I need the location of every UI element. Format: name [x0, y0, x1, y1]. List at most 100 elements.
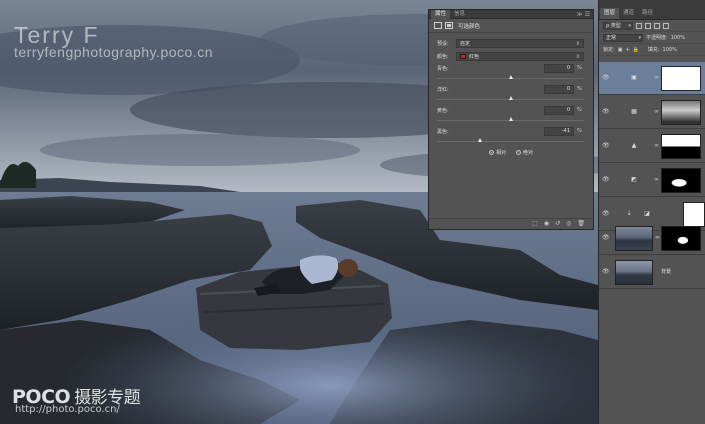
clip-arrow-icon: ↓ [626, 210, 632, 217]
layer-row-selective-color[interactable]: 👁 ▣ ∞ [599, 62, 705, 95]
fill-value[interactable]: 100% [663, 47, 677, 53]
eye-icon[interactable]: 👁 [602, 177, 610, 183]
eye-icon[interactable]: 👁 [602, 143, 610, 149]
slider-label: 黑色: [437, 129, 449, 135]
properties-panel: 属性 信息 ≫ ☰ 可选颜色 预设: 自定 ⇕ 颜色: 红色 ⇕ 青色: 0 %… [428, 9, 594, 230]
curves-icon: ◩ [631, 176, 637, 183]
mask-icon[interactable] [445, 22, 453, 29]
tab-channels[interactable]: 通道 [619, 8, 638, 19]
layer-row-channel-mixer[interactable]: 👁 ▦ ∞ [599, 96, 705, 129]
filter-shape-icon[interactable] [663, 22, 669, 29]
slider-track[interactable] [437, 141, 584, 142]
percent-sign: % [577, 107, 582, 113]
color-swatch [460, 53, 466, 59]
chevron-down-icon: ▾ [638, 34, 641, 41]
slider-value-input[interactable]: 0 [544, 106, 574, 115]
visibility-icon[interactable]: ◎ [566, 220, 571, 228]
slider-label: 青色: [437, 66, 449, 72]
layer-row-levels[interactable]: 👁 ▲ ∞ [599, 130, 705, 163]
chain-icon[interactable]: ∞ [655, 234, 660, 241]
eye-icon[interactable]: 👁 [602, 75, 610, 81]
lock-row: 锁定: ▣ ✛ 🔒 填充: 100% [599, 44, 705, 56]
percent-sign: % [577, 65, 582, 71]
layers-tabbar: 图层 通道 路径 [599, 0, 705, 20]
filter-pixel-icon[interactable] [636, 22, 642, 29]
eye-icon[interactable]: 👁 [602, 211, 610, 217]
filter-label: ρ 类型 [606, 22, 621, 29]
layer-mask-thumbnail[interactable] [661, 66, 701, 91]
filter-type-icon[interactable] [654, 22, 660, 29]
opacity-value[interactable]: 100% [671, 35, 685, 41]
color-select[interactable]: 红色 ⇕ [456, 51, 584, 61]
view-previous-icon[interactable]: ◉ [544, 220, 549, 228]
slider-yellow: 黄色: 0 % [434, 105, 593, 126]
blend-mode-select[interactable]: 正常 ▾ [603, 33, 643, 42]
reset-icon[interactable]: ↺ [555, 220, 560, 228]
radio-relative[interactable]: 相对 [488, 149, 506, 156]
layer-row-curves[interactable]: 👁 ◩ ∞ [599, 164, 705, 197]
lock-all-icon[interactable]: 🔒 [633, 47, 639, 53]
layer-mask-thumbnail[interactable] [661, 134, 701, 159]
slider-value-input[interactable]: 0 [544, 64, 574, 73]
chain-icon[interactable]: ∞ [654, 74, 659, 81]
eye-icon[interactable]: 👁 [602, 109, 610, 115]
selective-color-icon: ▣ [631, 74, 637, 81]
slider-value-input[interactable]: 0 [544, 85, 574, 94]
levels-icon: ▲ [631, 142, 637, 149]
watermark-site: terryfengphotography.poco.cn [14, 44, 213, 60]
chevron-updown-icon: ⇕ [575, 53, 580, 60]
tab-info[interactable]: 信息 [450, 10, 469, 19]
properties-footer: ⬚ ◉ ↺ ◎ 🗑 [429, 218, 593, 229]
fill-label: 填充: [647, 47, 660, 53]
chain-icon[interactable]: ∞ [654, 176, 659, 183]
panel-menu-icon[interactable]: ≫ ☰ [576, 10, 590, 19]
color-row: 颜色: 红色 ⇕ [429, 51, 593, 61]
layers-panel: 图层 通道 路径 ρ 类型 ▾ 正常 ▾ 不透明度: 100% 锁定: ▣ ✛ … [598, 0, 705, 424]
layer-row-image[interactable]: 👁 ∞ [599, 222, 705, 255]
chain-icon[interactable]: ∞ [654, 108, 659, 115]
eye-icon[interactable]: 👁 [602, 235, 610, 241]
tab-properties[interactable]: 属性 [431, 9, 451, 19]
clip-icon[interactable]: ⬚ [532, 220, 538, 228]
preset-row: 预设: 自定 ⇕ [429, 38, 593, 48]
slider-label: 洋红: [437, 87, 449, 93]
layer-mask-thumbnail[interactable] [661, 168, 701, 193]
layer-mask-thumbnail[interactable] [661, 100, 701, 125]
preset-label: 预设: [437, 40, 449, 47]
delete-icon[interactable]: 🗑 [577, 220, 585, 228]
radio-dot [488, 150, 494, 155]
preset-select[interactable]: 自定 ⇕ [456, 38, 584, 48]
slider-black: 黑色: -41 % [434, 126, 593, 147]
layer-filter-select[interactable]: ρ 类型 ▾ [603, 21, 633, 30]
blend-mode-value: 正常 [606, 34, 617, 41]
layer-name: 背景 [661, 269, 672, 275]
adjustment-header: 可选颜色 [429, 19, 593, 33]
preset-value: 自定 [460, 40, 471, 47]
percent-sign: % [577, 86, 582, 92]
chain-icon[interactable]: ∞ [654, 142, 659, 149]
layer-row-background[interactable]: 👁 背景 [599, 256, 705, 289]
slider-thumb[interactable] [478, 138, 483, 142]
slider-cyan: 青色: 0 % [434, 63, 593, 84]
lock-position-icon[interactable]: ✛ [625, 47, 629, 53]
chevron-down-icon: ▾ [628, 22, 631, 29]
slider-thumb[interactable] [508, 96, 513, 100]
tab-paths[interactable]: 路径 [638, 8, 657, 19]
tab-layers[interactable]: 图层 [600, 8, 620, 19]
method-radio-group: 相对 绝对 [429, 149, 593, 156]
slider-thumb[interactable] [508, 117, 513, 121]
radio-absolute[interactable]: 绝对 [516, 149, 533, 156]
layer-thumbnail[interactable] [615, 226, 653, 251]
eye-icon[interactable]: 👁 [602, 269, 610, 275]
slider-value-input[interactable]: -41 [544, 127, 574, 136]
layer-filter-row: ρ 类型 ▾ [599, 20, 705, 32]
channel-mixer-icon: ▦ [631, 108, 637, 115]
slider-group: 青色: 0 % 洋红: 0 % 黄色: 0 % 黑色: -41 % [429, 63, 593, 147]
layer-thumbnail[interactable] [615, 260, 653, 285]
slider-label: 黄色: [437, 108, 449, 114]
filter-adjustment-icon[interactable] [645, 22, 651, 29]
radio-label: 绝对 [523, 150, 534, 156]
layer-mask-thumbnail[interactable] [661, 226, 701, 251]
lock-pixels-icon[interactable]: ▣ [618, 47, 623, 53]
slider-thumb[interactable] [508, 75, 513, 79]
